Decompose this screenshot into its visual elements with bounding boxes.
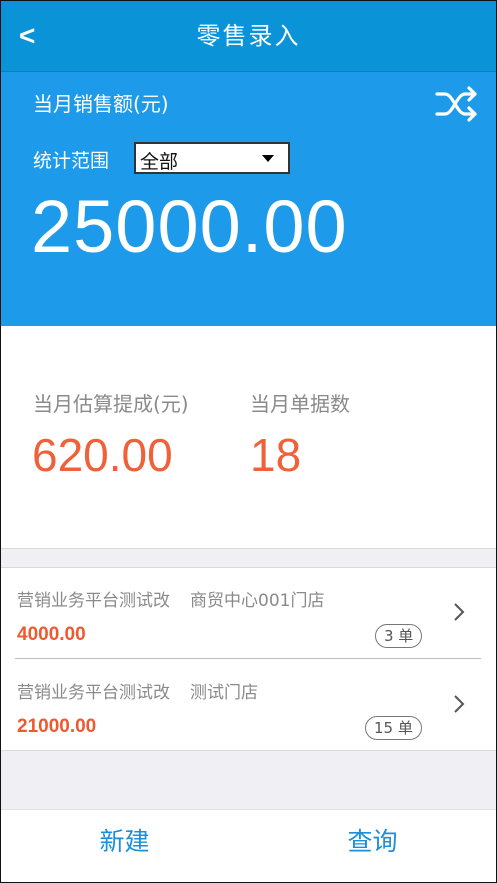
store-amount: 4000.00 <box>17 624 86 645</box>
store-amount: 21000.00 <box>17 716 97 737</box>
stats-panel: 当月估算提成(元) 620.00 当月单据数 18 <box>1 326 496 549</box>
chevron-right-icon <box>454 695 465 713</box>
monthly-sales-amount: 25000.00 <box>31 185 348 268</box>
range-label: 统计范围 <box>33 150 110 172</box>
app-screen: < 零售录入 当月销售额(元) 统计范围 全部 25000.00 当月估算提成(… <box>0 0 497 883</box>
store-list: 营销业务平台测试改 商贸中心001门店 4000.00 3 单 营销业务平台测试改… <box>1 567 496 751</box>
list-item-title: 营销业务平台测试改 测试门店 <box>17 678 258 703</box>
commission-label: 当月估算提成(元) <box>33 392 189 416</box>
list-item[interactable]: 营销业务平台测试改 测试门店 21000.00 15 单 <box>1 660 496 750</box>
row-divider <box>15 658 481 659</box>
doc-count-badge: 3 单 <box>375 624 423 648</box>
store-name: 商贸中心001门店 <box>190 591 325 611</box>
monthly-sales-panel: 当月销售额(元) 统计范围 全部 25000.00 <box>1 72 496 326</box>
commission-value: 620.00 <box>32 429 173 481</box>
org-name: 营销业务平台测试改 <box>17 683 170 703</box>
org-name: 营销业务平台测试改 <box>17 591 170 611</box>
doc-count-badge: 15 单 <box>365 716 422 740</box>
new-button[interactable]: 新建 <box>1 810 248 882</box>
range-select[interactable]: 全部 <box>134 142 290 174</box>
store-name: 测试门店 <box>190 683 258 703</box>
list-item[interactable]: 营销业务平台测试改 商贸中心001门店 4000.00 3 单 <box>1 568 496 659</box>
bottom-bar: 新建 查询 <box>1 809 496 882</box>
document-count-value: 18 <box>250 429 302 481</box>
list-item-title: 营销业务平台测试改 商贸中心001门店 <box>17 586 324 611</box>
query-button[interactable]: 查询 <box>249 810 496 882</box>
caret-down-icon <box>262 155 274 162</box>
shuffle-icon[interactable] <box>433 84 481 124</box>
chevron-right-icon <box>454 603 465 621</box>
document-count-label: 当月单据数 <box>250 392 350 416</box>
page-title: 零售录入 <box>196 22 301 50</box>
nav-bar: < 零售录入 <box>1 1 496 72</box>
range-selected-value: 全部 <box>140 151 179 173</box>
monthly-sales-label: 当月销售额(元) <box>33 92 169 116</box>
